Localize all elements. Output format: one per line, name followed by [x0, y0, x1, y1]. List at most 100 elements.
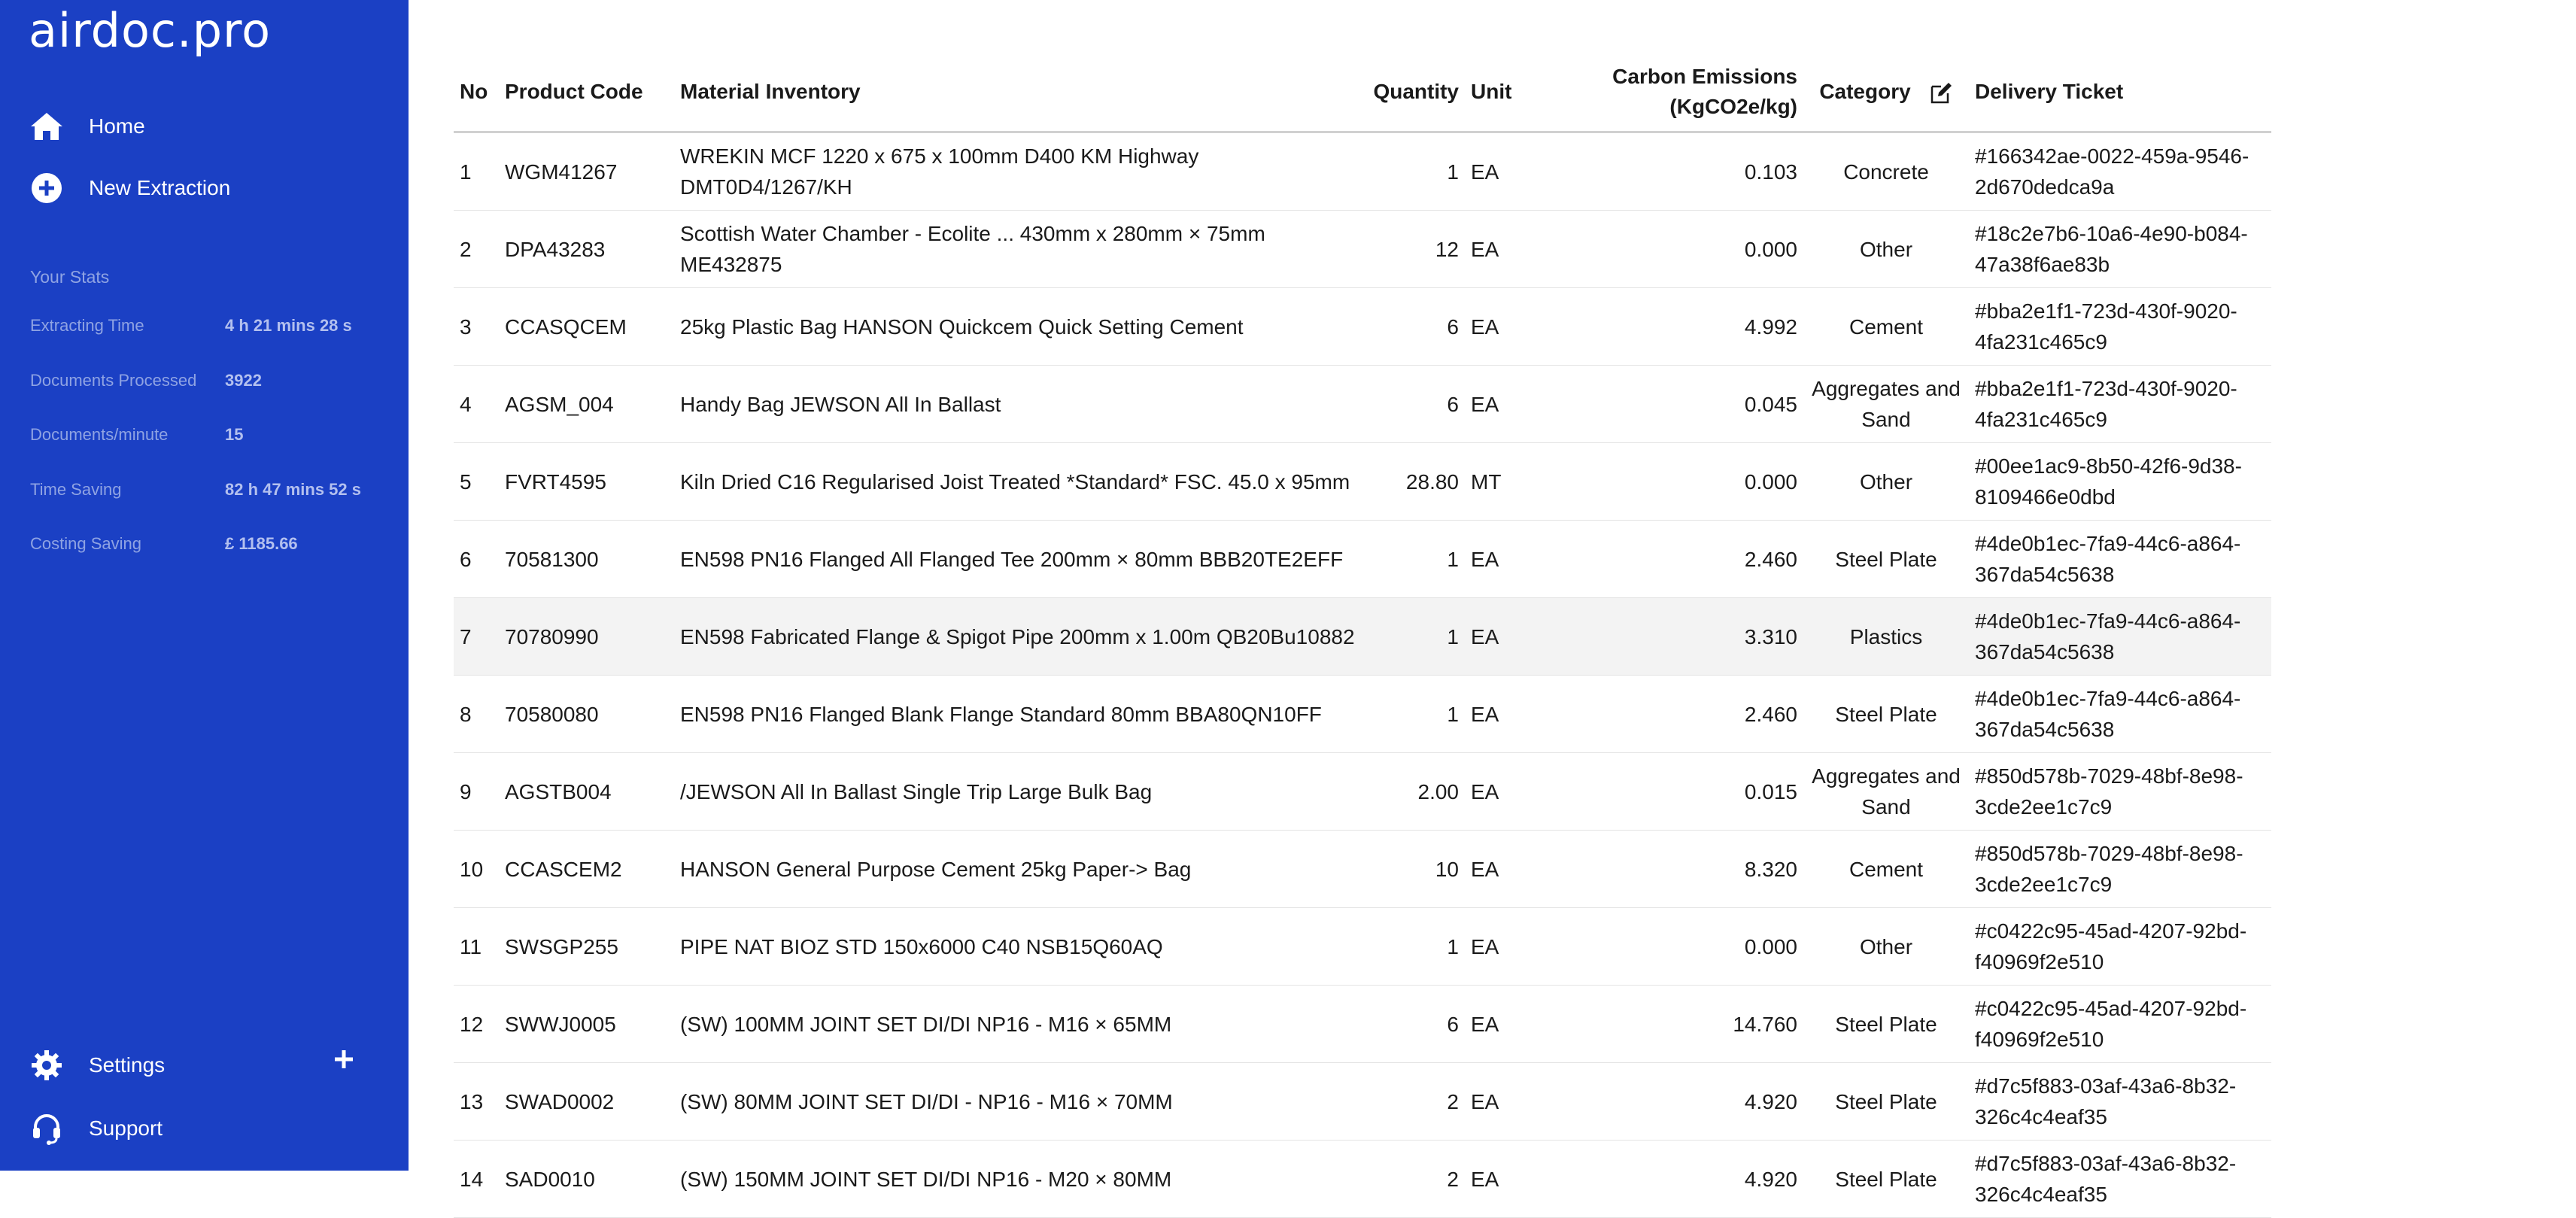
- cell-quantity: 2: [1361, 1062, 1465, 1141]
- cell-delivery-ticket: #c0422c95-45ad-4207-92bd-f40969f2e510: [1969, 985, 2271, 1063]
- cell-carbon: 0.103: [1555, 132, 1803, 211]
- cell-category: Cement: [1803, 830, 1969, 908]
- cell-no: 14: [454, 1140, 499, 1218]
- cell-product-code: AGSM_004: [499, 365, 674, 443]
- header-delivery-ticket[interactable]: Delivery Ticket: [1969, 53, 2271, 133]
- header-material-inventory[interactable]: Material Inventory: [674, 53, 1361, 133]
- inventory-table: No Product Code Material Inventory Quant…: [454, 53, 2271, 1218]
- cell-product-code: 70780990: [499, 597, 674, 676]
- table-row[interactable]: 11 SWSGP255 PIPE NAT BIOZ STD 150x6000 C40…: [454, 907, 2271, 986]
- app-logo[interactable]: airdoc.pro: [29, 3, 271, 58]
- cell-delivery-ticket: #4de0b1ec-7fa9-44c6-a864-367da54c5638: [1969, 675, 2271, 753]
- cell-no: 3: [454, 287, 499, 366]
- table-row[interactable]: 6 70581300 EN598 PN16 Flanged All Flanged …: [454, 520, 2271, 598]
- table-row[interactable]: 10 CCASCEM2 HANSON General Purpose Cement …: [454, 830, 2271, 908]
- header-carbon-emissions[interactable]: Carbon Emissions (KgCO2e/kg): [1555, 53, 1803, 133]
- cell-carbon: 0.000: [1555, 210, 1803, 288]
- cell-product-code: AGSTB004: [499, 752, 674, 831]
- cell-material: Handy Bag JEWSON All In Ballast: [674, 365, 1361, 443]
- cell-unit: EA: [1465, 985, 1555, 1063]
- table-row[interactable]: 8 70580080 EN598 PN16 Flanged Blank Flange…: [454, 675, 2271, 753]
- cell-carbon: 0.015: [1555, 752, 1803, 831]
- nav-new-extraction-label: New Extraction: [89, 176, 231, 199]
- cell-unit: EA: [1465, 132, 1555, 211]
- cell-quantity: 2: [1361, 1140, 1465, 1218]
- cell-carbon: 2.460: [1555, 520, 1803, 598]
- cell-unit: EA: [1465, 907, 1555, 986]
- cell-category: Aggregates and Sand: [1803, 365, 1969, 443]
- nav-new-extraction[interactable]: New Extraction: [29, 166, 230, 211]
- plus-circle-icon: [29, 170, 65, 206]
- cell-quantity: 1: [1361, 520, 1465, 598]
- header-category[interactable]: Category: [1803, 53, 1969, 133]
- cell-material: (SW) 100MM JOINT SET DI/DI NP16 - M16 × …: [674, 985, 1361, 1063]
- cell-carbon: 14.760: [1555, 985, 1803, 1063]
- cell-carbon: 3.310: [1555, 597, 1803, 676]
- stats-title: Your Stats: [30, 267, 110, 287]
- table-row[interactable]: 9 AGSTB004/JEWSON All In Ballast Single T…: [454, 752, 2271, 831]
- cell-no: 12: [454, 985, 499, 1063]
- cell-material: 25kg Plastic Bag HANSON Quickcem Quick S…: [674, 287, 1361, 366]
- table-row[interactable]: 14 SAD0010 (SW) 150MM JOINT SET DI/DI NP16…: [454, 1140, 2271, 1218]
- cell-quantity: 12: [1361, 210, 1465, 288]
- cell-category: Cement: [1803, 287, 1969, 366]
- cell-quantity: 1: [1361, 675, 1465, 753]
- nav-home-label: Home: [89, 114, 145, 138]
- table-row[interactable]: 1 WGM41267 WREKIN MCF 1220 x 675 x 100mm D…: [454, 132, 2271, 211]
- table-row[interactable]: 5 FVRT4595 Kiln Dried C16 Regularised Jois…: [454, 442, 2271, 521]
- header-no[interactable]: No: [454, 53, 499, 133]
- cell-unit: MT: [1465, 442, 1555, 521]
- cell-product-code: SWWJ0005: [499, 985, 674, 1063]
- cell-product-code: SWAD0002: [499, 1062, 674, 1141]
- table-row[interactable]: 2 DPA43283 Scottish Water Chamber - Ecolit…: [454, 210, 2271, 288]
- nav-settings[interactable]: Settings: [29, 1043, 165, 1088]
- cell-unit: EA: [1465, 210, 1555, 288]
- cell-material: Scottish Water Chamber - Ecolite ... 430…: [674, 210, 1361, 288]
- nav-settings-label: Settings: [89, 1053, 166, 1077]
- cell-product-code: SWSGP255: [499, 907, 674, 986]
- cell-category: Steel Plate: [1803, 1062, 1969, 1141]
- table-body: 1 WGM41267 WREKIN MCF 1220 x 675 x 100mm D…: [454, 132, 2271, 1218]
- cell-category: Concrete: [1803, 132, 1969, 211]
- table-row[interactable]: 12 SWWJ0005 (SW) 100MM JOINT SET DI/DI NP1…: [454, 985, 2271, 1063]
- cell-delivery-ticket: #18c2e7b6-10a6-4e90-b084-47a38f6ae83b: [1969, 210, 2271, 288]
- cell-unit: EA: [1465, 365, 1555, 443]
- edit-icon[interactable]: [1929, 81, 1953, 105]
- cell-quantity: 10: [1361, 830, 1465, 908]
- cell-product-code: DPA43283: [499, 210, 674, 288]
- cell-material: HANSON General Purpose Cement 25kg Paper…: [674, 830, 1361, 908]
- table-row[interactable]: 13 SWAD0002 (SW) 80MM JOINT SET DI/DI - NP…: [454, 1062, 2271, 1141]
- cell-delivery-ticket: #bba2e1f1-723d-430f-9020-4fa231c465c9: [1969, 365, 2271, 443]
- nav-home[interactable]: Home: [29, 104, 145, 149]
- table-row[interactable]: 4 AGSM_004 Handy Bag JEWSON All In Ballast…: [454, 365, 2271, 443]
- nav-support[interactable]: Support: [29, 1106, 163, 1151]
- header-quantity[interactable]: Quantity: [1361, 53, 1465, 133]
- table-row[interactable]: 7 70780990 EN598 Fabricated Flange & Spigo…: [454, 597, 2271, 676]
- cell-delivery-ticket: #850d578b-7029-48bf-8e98-3cde2ee1c7c9: [1969, 830, 2271, 908]
- cell-delivery-ticket: #bba2e1f1-723d-430f-9020-4fa231c465c9: [1969, 287, 2271, 366]
- cell-delivery-ticket: #d7c5f883-03af-43a6-8b32-326c4c4eaf35: [1969, 1062, 2271, 1141]
- cell-no: 7: [454, 597, 499, 676]
- cell-material: /JEWSON All In Ballast Single Trip Large…: [674, 752, 1361, 831]
- cell-carbon: 2.460: [1555, 675, 1803, 753]
- cell-delivery-ticket: #4de0b1ec-7fa9-44c6-a864-367da54c5638: [1969, 597, 2271, 676]
- cell-product-code: CCASCEM2: [499, 830, 674, 908]
- cell-unit: EA: [1465, 830, 1555, 908]
- sidebar: airdoc.pro Home New Extraction Your Stat…: [0, 0, 409, 1171]
- cell-unit: EA: [1465, 520, 1555, 598]
- cell-product-code: FVRT4595: [499, 442, 674, 521]
- settings-add-icon[interactable]: [330, 1044, 360, 1074]
- cell-carbon: 0.000: [1555, 442, 1803, 521]
- cell-quantity: 6: [1361, 985, 1465, 1063]
- cell-no: 2: [454, 210, 499, 288]
- cell-no: 4: [454, 365, 499, 443]
- cell-material: (SW) 150MM JOINT SET DI/DI NP16 - M20 × …: [674, 1140, 1361, 1218]
- header-unit[interactable]: Unit: [1465, 53, 1555, 133]
- header-product-code[interactable]: Product Code: [499, 53, 674, 133]
- cell-material: EN598 Fabricated Flange & Spigot Pipe 20…: [674, 597, 1361, 676]
- cell-category: Aggregates and Sand: [1803, 752, 1969, 831]
- cell-category: Other: [1803, 442, 1969, 521]
- cell-carbon: 0.045: [1555, 365, 1803, 443]
- table-row[interactable]: 3 CCASQCEM 25kg Plastic Bag HANSON Quickce…: [454, 287, 2271, 366]
- cell-unit: EA: [1465, 752, 1555, 831]
